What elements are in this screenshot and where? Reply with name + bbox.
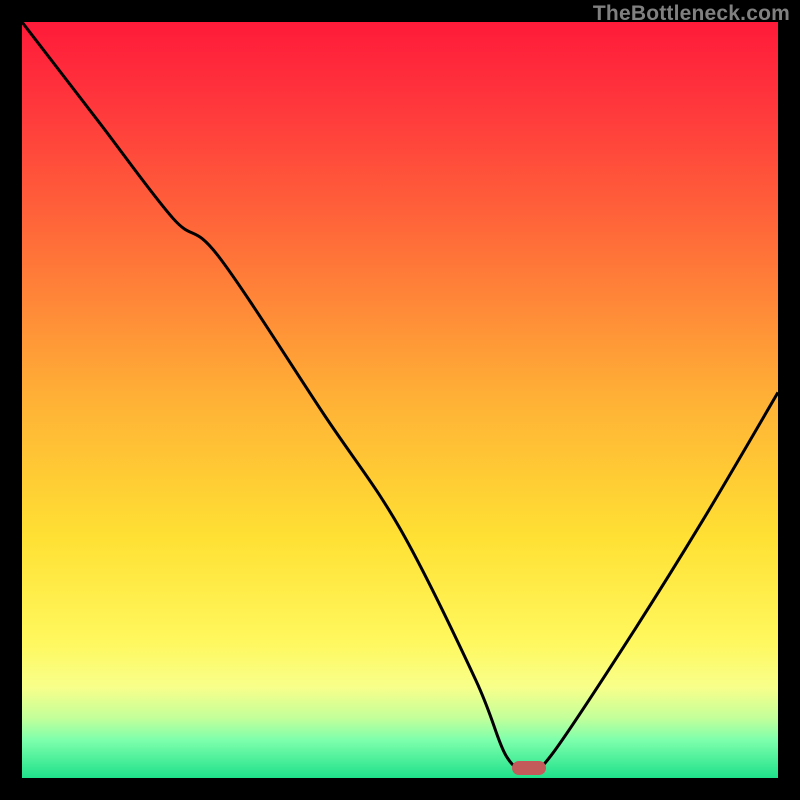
plot-area <box>22 22 778 778</box>
curve-path <box>22 22 778 771</box>
chart-frame: TheBottleneck.com <box>0 0 800 800</box>
brand-watermark: TheBottleneck.com <box>593 2 790 26</box>
bottleneck-curve <box>22 22 778 778</box>
optimal-marker <box>512 761 546 775</box>
